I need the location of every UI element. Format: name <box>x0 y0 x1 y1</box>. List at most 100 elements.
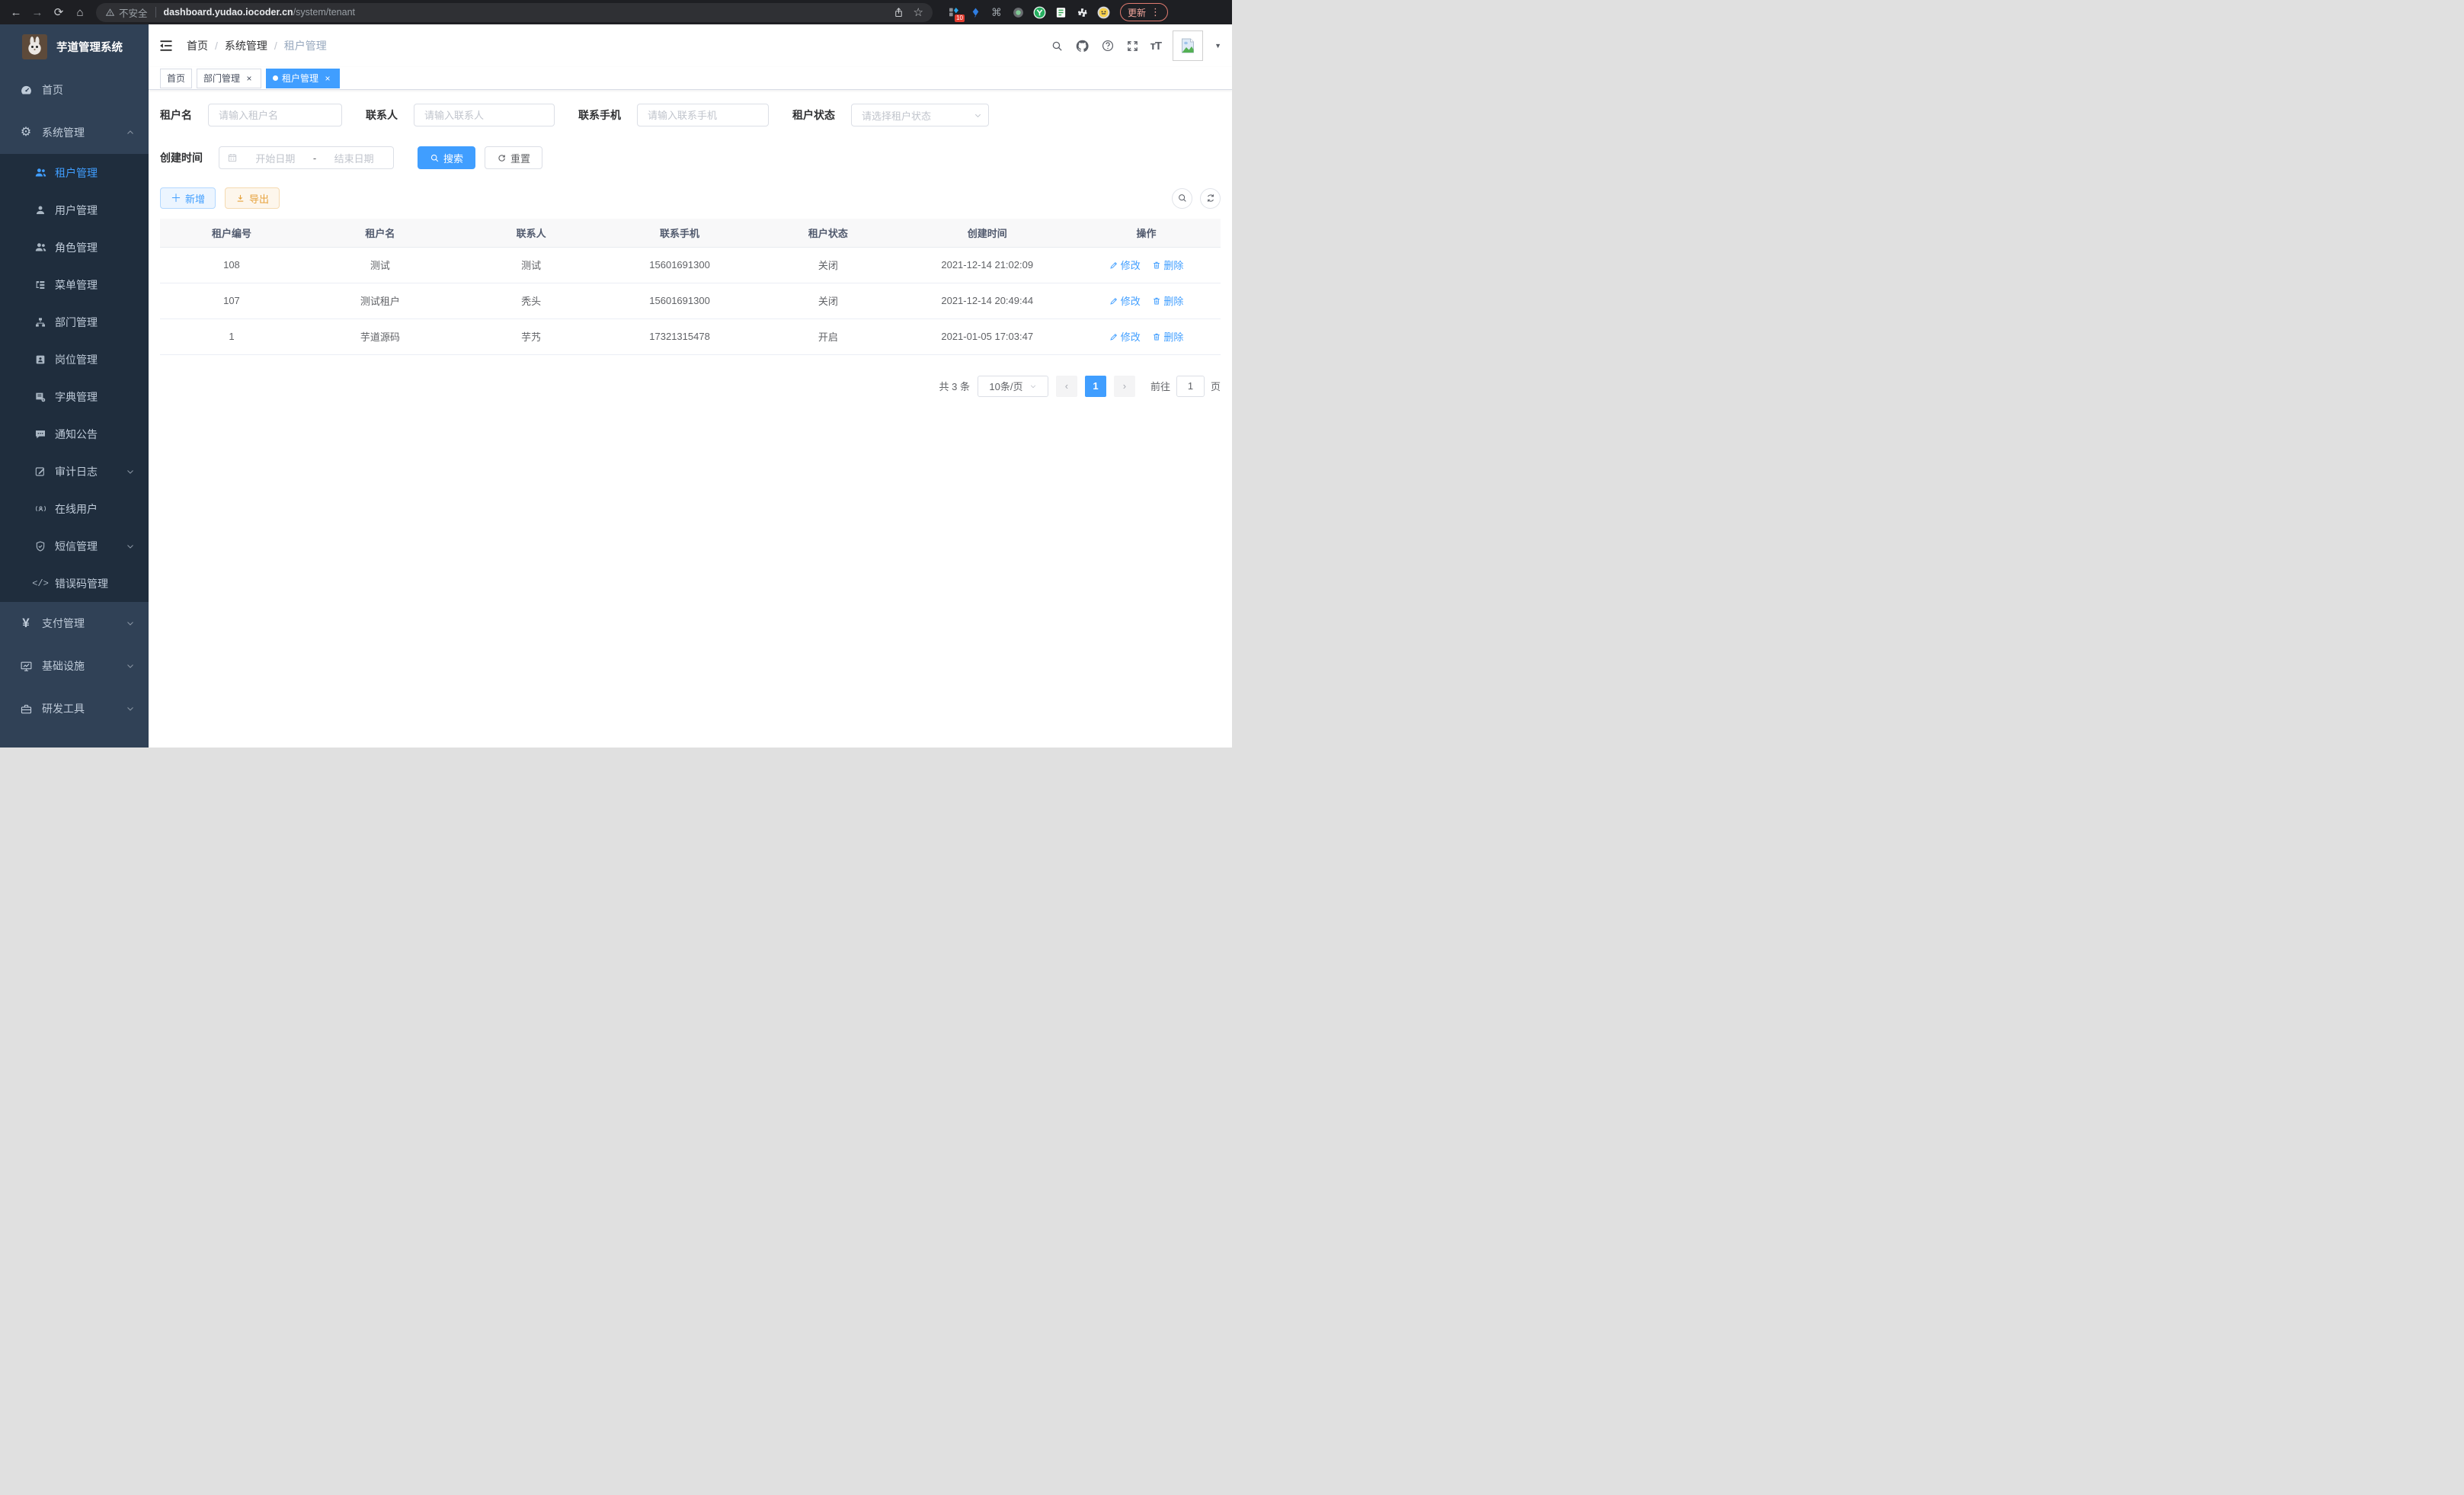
fullscreen-icon[interactable] <box>1126 40 1139 53</box>
tab-dept[interactable]: 部门管理 × <box>197 69 261 88</box>
search-button[interactable]: 搜索 <box>418 146 475 169</box>
hide-search-button[interactable] <box>1172 188 1192 209</box>
next-page-button[interactable]: › <box>1114 376 1135 397</box>
divider <box>155 7 156 18</box>
trash-icon <box>1152 296 1161 306</box>
bookmark-star-icon[interactable]: ☆ <box>914 5 923 19</box>
broken-image-icon <box>1179 37 1197 55</box>
refresh-icon <box>1205 193 1216 203</box>
tab-home[interactable]: 首页 <box>160 69 192 88</box>
extension-green-y-icon[interactable] <box>1032 5 1047 20</box>
url-path: /system/tenant <box>293 7 355 18</box>
profile-avatar-icon[interactable] <box>1096 5 1111 20</box>
export-button[interactable]: 导出 <box>225 187 280 209</box>
sidebar-item-tenant[interactable]: 租户管理 <box>0 154 149 191</box>
edit-link[interactable]: 修改 <box>1109 258 1141 272</box>
table-toolbar: ＋ 新增 导出 <box>160 187 1221 209</box>
browser-back-icon[interactable]: ← <box>6 2 26 22</box>
gear-icon: ⚙ <box>17 126 35 139</box>
sidebar-item-notice[interactable]: 通知公告 <box>0 415 149 453</box>
tab-tenant[interactable]: 租户管理 × <box>266 69 340 88</box>
sidebar-item-system[interactable]: ⚙ 系统管理 <box>0 111 149 154</box>
sidebar-item-label: 短信管理 <box>55 539 98 554</box>
sidebar-item-post[interactable]: 岗位管理 <box>0 341 149 378</box>
mobile-input[interactable] <box>637 104 769 126</box>
browser-menu-icon[interactable]: ⋮ <box>1150 6 1160 18</box>
page-number-1[interactable]: 1 <box>1085 376 1106 397</box>
sidebar-item-menu[interactable]: 菜单管理 <box>0 266 149 303</box>
help-question-icon[interactable] <box>1101 39 1115 53</box>
chevron-down-icon <box>126 542 135 551</box>
extensions-puzzle-icon[interactable] <box>1074 5 1090 20</box>
breadcrumb-system[interactable]: 系统管理 <box>225 38 267 53</box>
contact-input[interactable] <box>414 104 555 126</box>
extension-circle-icon[interactable] <box>1010 5 1026 20</box>
sidebar-item-home[interactable]: 首页 <box>0 69 149 111</box>
breadcrumb-current: 租户管理 <box>284 38 327 53</box>
extension-pinned-icon[interactable]: 10 <box>946 5 962 20</box>
page-size-select[interactable]: 10条/页 <box>978 376 1048 397</box>
browser-reload-icon[interactable]: ⟳ <box>49 2 69 22</box>
edit-link[interactable]: 修改 <box>1109 329 1141 344</box>
sidebar-item-user[interactable]: 用户管理 <box>0 191 149 229</box>
sidebar-item-role[interactable]: 角色管理 <box>0 229 149 266</box>
sidebar-item-infrastructure[interactable]: 基础设施 <box>0 645 149 687</box>
roles-users-icon <box>32 241 49 254</box>
sidebar-item-sms[interactable]: 短信管理 <box>0 527 149 565</box>
add-button[interactable]: ＋ 新增 <box>160 187 216 209</box>
goto-page-input[interactable] <box>1176 376 1205 397</box>
breadcrumb-home[interactable]: 首页 <box>187 38 208 53</box>
mobile-label: 联系手机 <box>578 107 621 123</box>
browser-home-icon[interactable]: ⌂ <box>70 2 90 22</box>
sidebar-item-online-users[interactable]: 在线用户 <box>0 490 149 527</box>
cell-actions: 修改 删除 <box>1072 319 1221 354</box>
search-icon[interactable] <box>1051 40 1064 53</box>
chevron-down-icon <box>1029 383 1037 390</box>
col-header-mobile: 联系手机 <box>606 219 754 247</box>
sidebar-item-audit-log[interactable]: 审计日志 <box>0 453 149 490</box>
tenant-page: 租户名 联系人 联系手机 租户状态 请选择租户状态 <box>149 90 1232 748</box>
sidebar-item-dict[interactable]: 字典管理 <box>0 378 149 415</box>
share-icon[interactable] <box>893 7 904 18</box>
tenant-name-label: 租户名 <box>160 107 192 123</box>
edit-link[interactable]: 修改 <box>1109 293 1141 308</box>
delete-link[interactable]: 删除 <box>1152 329 1183 344</box>
extension-command-icon[interactable]: ⌘ <box>989 5 1004 20</box>
delete-link[interactable]: 删除 <box>1152 293 1183 308</box>
sidebar-item-payment[interactable]: ¥ 支付管理 <box>0 602 149 645</box>
sidebar-collapse-icon[interactable] <box>158 38 174 53</box>
close-icon[interactable]: × <box>244 73 254 84</box>
sidebar-item-label: 部门管理 <box>55 315 98 330</box>
tags-view-bar: 首页 部门管理 × 租户管理 × <box>149 67 1232 90</box>
create-time-range-picker[interactable]: 开始日期 - 结束日期 <box>219 146 394 169</box>
sidebar-item-label: 通知公告 <box>55 427 98 442</box>
refresh-button[interactable] <box>1200 188 1221 209</box>
sidebar-item-error-code[interactable]: </> 错误码管理 <box>0 565 149 602</box>
monitor-icon <box>17 660 35 673</box>
extension-grid-icon[interactable] <box>1053 5 1068 20</box>
address-bar[interactable]: 不安全 dashboard.yudao.iocoder.cn/system/te… <box>96 3 933 22</box>
browser-forward-icon[interactable]: → <box>27 2 47 22</box>
reset-button[interactable]: 重置 <box>485 146 542 169</box>
delete-link[interactable]: 删除 <box>1152 258 1183 272</box>
export-button-label: 导出 <box>249 191 269 206</box>
pen-icon <box>1109 332 1118 341</box>
close-icon[interactable]: × <box>322 73 333 84</box>
app-logo[interactable]: 芋道管理系统 <box>0 24 149 69</box>
extension-kite-icon[interactable] <box>968 5 983 20</box>
github-icon[interactable] <box>1075 39 1090 53</box>
sidebar-item-dept[interactable]: 部门管理 <box>0 303 149 341</box>
prev-page-button[interactable]: ‹ <box>1056 376 1077 397</box>
cell-name: 测试 <box>303 247 457 283</box>
sidebar-item-label: 在线用户 <box>55 501 98 517</box>
status-select[interactable]: 请选择租户状态 <box>851 104 989 126</box>
site-security[interactable]: 不安全 <box>105 5 148 20</box>
browser-update-button[interactable]: 更新 ⋮ <box>1120 3 1168 21</box>
sidebar-item-dev-tools[interactable]: 研发工具 <box>0 687 149 730</box>
user-avatar[interactable] <box>1173 30 1203 61</box>
avatar-dropdown-caret[interactable]: ▼ <box>1214 42 1221 50</box>
font-size-icon[interactable]: тT <box>1150 40 1162 53</box>
delete-link-label: 删除 <box>1163 293 1183 308</box>
tenant-name-input[interactable] <box>208 104 342 126</box>
sidebar-item-label: 首页 <box>42 82 63 98</box>
